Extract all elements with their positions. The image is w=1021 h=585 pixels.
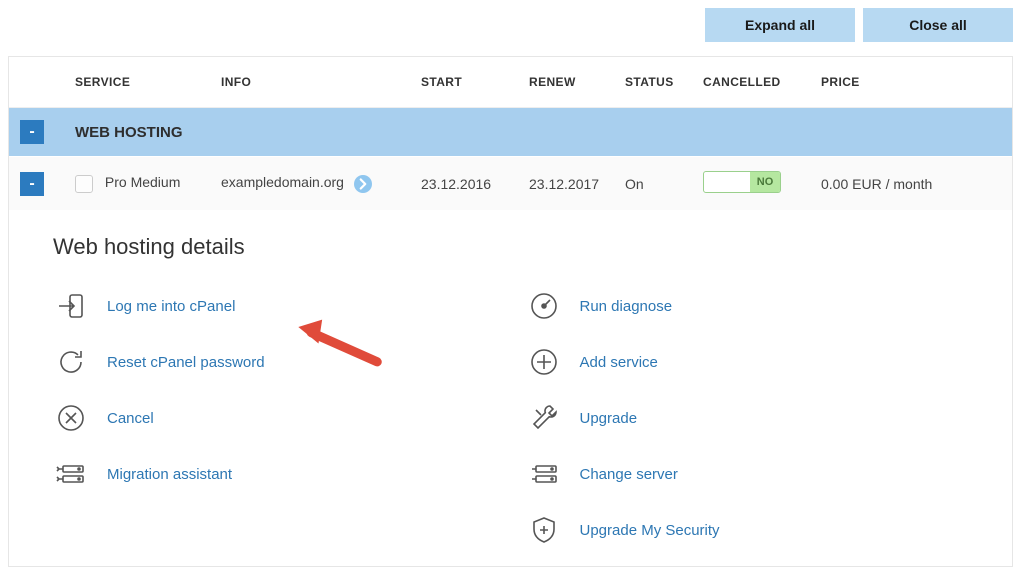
login-icon [53,288,89,324]
reset-password-link[interactable]: Reset cPanel password [107,354,265,371]
col-price: PRICE [811,57,1012,108]
category-label: WEB HOSTING [65,108,1012,157]
go-to-domain-icon[interactable] [354,175,372,193]
col-start: START [411,57,519,108]
services-panel: SERVICE INFO START RENEW STATUS CANCELLE… [8,56,1013,567]
table-row: - Pro Medium exampledomain.org 23.12.201… [9,157,1012,211]
service-name: Pro Medium [105,174,180,190]
migration-link[interactable]: Migration assistant [107,466,232,483]
migration-icon [53,456,89,492]
category-row: - WEB HOSTING [9,108,1012,157]
upgrade-security-link[interactable]: Upgrade My Security [580,522,720,539]
table-header-row: SERVICE INFO START RENEW STATUS CANCELLE… [9,57,1012,108]
start-date: 23.12.2016 [411,157,519,211]
diagnose-action[interactable]: Run diagnose [526,278,969,334]
col-service: SERVICE [65,57,211,108]
close-all-button[interactable]: Close all [863,8,1013,42]
col-status: STATUS [615,57,693,108]
service-info: exampledomain.org [221,174,344,190]
login-cpanel-link[interactable]: Log me into cPanel [107,298,235,315]
cancel-action[interactable]: Cancel [53,390,496,446]
tools-icon [526,400,562,436]
col-info: INFO [211,57,411,108]
change-server-link[interactable]: Change server [580,466,678,483]
shield-icon [526,512,562,548]
cancelled-toggle[interactable]: NO [703,171,781,193]
close-circle-icon [53,400,89,436]
col-renew: RENEW [519,57,615,108]
migration-action[interactable]: Migration assistant [53,446,496,502]
diagnose-link[interactable]: Run diagnose [580,298,673,315]
server-icon [526,456,562,492]
login-cpanel-action[interactable]: Log me into cPanel [53,278,496,334]
add-service-action[interactable]: Add service [526,334,969,390]
select-row-checkbox[interactable] [75,175,93,193]
upgrade-security-action[interactable]: Upgrade My Security [526,502,969,558]
plus-circle-icon [526,344,562,380]
expand-all-button[interactable]: Expand all [705,8,855,42]
status-value: On [615,157,693,211]
change-server-action[interactable]: Change server [526,446,969,502]
collapse-row-button[interactable]: - [20,172,44,196]
col-cancelled: CANCELLED [693,57,811,108]
add-service-link[interactable]: Add service [580,354,658,371]
price-value: 0.00 EUR / month [811,157,1012,211]
reset-password-action[interactable]: Reset cPanel password [53,334,496,390]
cancelled-label: NO [750,172,780,192]
upgrade-link[interactable]: Upgrade [580,410,638,427]
cancel-link[interactable]: Cancel [107,410,154,427]
gauge-icon [526,288,562,324]
collapse-category-button[interactable]: - [20,120,44,144]
details-heading: Web hosting details [53,234,968,260]
upgrade-action[interactable]: Upgrade [526,390,969,446]
renew-date: 23.12.2017 [519,157,615,211]
refresh-icon [53,344,89,380]
